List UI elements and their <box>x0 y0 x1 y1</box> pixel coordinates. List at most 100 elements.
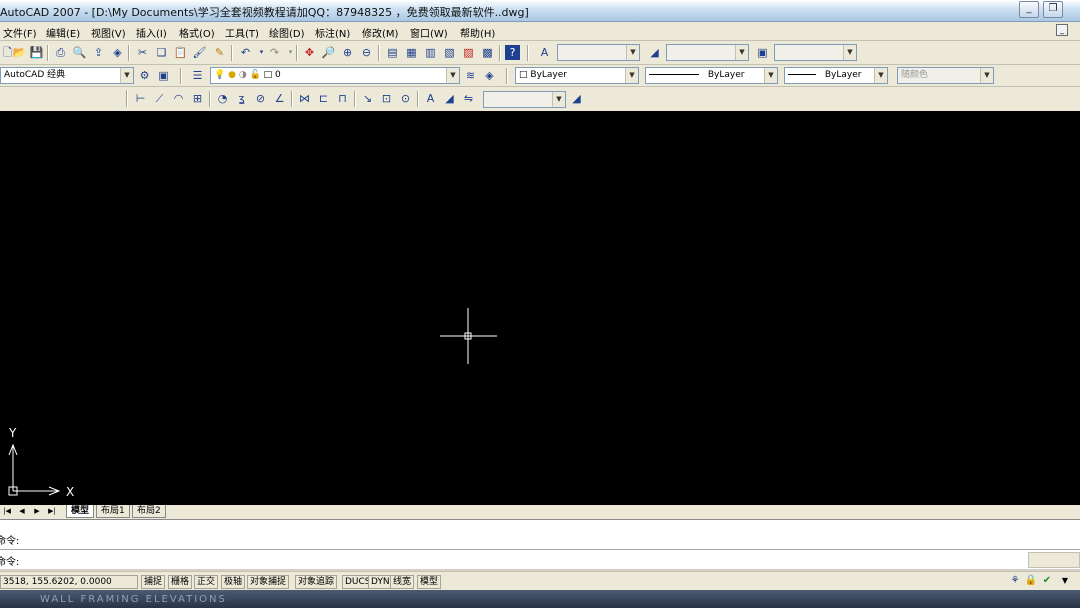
copy-icon[interactable]: ❏ <box>154 45 169 60</box>
workspace-save-icon[interactable]: ▣ <box>156 68 171 83</box>
center-mark-icon[interactable]: ⊙ <box>398 91 413 106</box>
dimension-style-manager-icon[interactable]: ◢ <box>569 91 584 106</box>
polar-button[interactable]: 极轴 <box>221 575 246 589</box>
dimension-text-edit-icon[interactable]: ◢ <box>442 91 457 106</box>
diameter-dimension-icon[interactable]: ⊘ <box>253 91 268 106</box>
command-scrollbar[interactable] <box>1028 552 1080 568</box>
ordinate-dimension-icon[interactable]: ⊞ <box>190 91 205 106</box>
toolbar-grip[interactable] <box>126 90 128 107</box>
markup-icon[interactable]: ▨ <box>461 45 476 60</box>
workspace-combo[interactable]: AutoCAD 经典 ▼ <box>0 67 134 84</box>
lineweight-button[interactable]: 线宽 <box>390 575 415 589</box>
block-editor-icon[interactable]: ✎ <box>212 45 227 60</box>
linetype-combo[interactable]: ByLayer ▼ <box>645 67 778 84</box>
pan-icon[interactable]: ✥ <box>302 45 317 60</box>
design-center-icon[interactable]: ▦ <box>404 45 419 60</box>
menu-draw[interactable]: 绘图(D) <box>269 25 305 40</box>
quick-dimension-icon[interactable]: ⋈ <box>297 91 312 106</box>
minimize-icon[interactable]: _ <box>1019 1 1039 18</box>
text-style-icon[interactable]: A <box>537 45 552 60</box>
save-icon[interactable]: 💾 <box>29 45 44 60</box>
command-prompt[interactable]: 命令: <box>0 553 19 568</box>
make-current-layer-icon[interactable]: ≋ <box>463 68 478 83</box>
sheet-set-icon[interactable]: ▧ <box>442 45 457 60</box>
continue-dimension-icon[interactable]: ⊓ <box>335 91 350 106</box>
prev-tab-icon[interactable]: ◀ <box>17 506 27 517</box>
tool-palettes-icon[interactable]: ▥ <box>423 45 438 60</box>
next-tab-icon[interactable]: ▶ <box>32 506 42 517</box>
otrack-button[interactable]: 对象追踪 <box>295 575 338 589</box>
layer-previous-icon[interactable]: ◈ <box>482 68 497 83</box>
menu-tools[interactable]: 工具(T) <box>225 25 259 40</box>
angular-dimension-icon[interactable]: ∠ <box>272 91 287 106</box>
dimension-edit-icon[interactable]: A <box>423 91 438 106</box>
zoom-realtime-icon[interactable]: 🔎 <box>321 45 336 60</box>
tab-layout2[interactable]: 布局2 <box>132 505 166 518</box>
grid-button[interactable]: 栅格 <box>168 575 193 589</box>
properties-icon[interactable]: ▤ <box>385 45 400 60</box>
layer-manager-icon[interactable]: ☰ <box>190 68 205 83</box>
linear-dimension-icon[interactable]: ⊢ <box>133 91 148 106</box>
doc-minimize-icon[interactable]: _ <box>1056 24 1068 36</box>
paste-icon[interactable]: 📋 <box>173 45 188 60</box>
menu-file[interactable]: 文件(F) <box>3 25 37 40</box>
arc-length-icon[interactable]: ◠ <box>171 91 186 106</box>
zoom-previous-icon[interactable]: ⊖ <box>359 45 374 60</box>
table-style-combo[interactable]: ▼ <box>774 44 857 61</box>
menu-help[interactable]: 帮助(H) <box>460 25 495 40</box>
dim-style-icon[interactable]: ◢ <box>647 45 662 60</box>
first-tab-icon[interactable]: |◀ <box>2 506 12 517</box>
layer-combo[interactable]: 💡 ● ◑ 🔓 □ 0 ▼ <box>210 67 460 84</box>
help-icon[interactable]: ? <box>505 45 520 60</box>
restore-icon[interactable]: ❐ <box>1043 1 1063 18</box>
radius-dimension-icon[interactable]: ◔ <box>215 91 230 106</box>
drawing-canvas[interactable]: Y X <box>0 111 1080 505</box>
menu-modify[interactable]: 修改(M) <box>362 25 398 40</box>
open-icon[interactable]: 📂 <box>12 45 27 60</box>
table-style-icon[interactable]: ▣ <box>755 45 770 60</box>
menu-view[interactable]: 视图(V) <box>91 25 126 40</box>
text-style-combo[interactable]: ▼ <box>557 44 640 61</box>
aligned-dimension-icon[interactable]: ⟋ <box>152 91 167 106</box>
model-button[interactable]: 模型 <box>417 575 442 589</box>
menu-dimension[interactable]: 标注(N) <box>315 25 350 40</box>
quick-leader-icon[interactable]: ↘ <box>360 91 375 106</box>
coordinate-display[interactable]: 3518, 155.6202, 0.0000 <box>0 575 138 589</box>
ortho-button[interactable]: 正交 <box>194 575 219 589</box>
workspace-settings-icon[interactable]: ⚙ <box>137 68 152 83</box>
menu-insert[interactable]: 插入(I) <box>136 25 167 40</box>
color-combo[interactable]: □ ByLayer ▼ <box>515 67 639 84</box>
menu-edit[interactable]: 编辑(E) <box>46 25 80 40</box>
dwf-icon[interactable]: ◈ <box>110 45 125 60</box>
tab-layout1[interactable]: 布局1 <box>96 505 130 518</box>
status-tray-settings-icon[interactable]: ✔ <box>1040 574 1054 588</box>
redo-icon[interactable]: ↷ <box>267 45 282 60</box>
plotstyle-combo[interactable]: 随颜色 ▼ <box>897 67 994 84</box>
publish-icon[interactable]: ⇪ <box>91 45 106 60</box>
communication-center-icon[interactable]: ⚘ <box>1008 574 1022 588</box>
status-menu-chevron-down-icon[interactable]: ▼ <box>1058 574 1072 588</box>
print-icon[interactable]: ⎙ <box>53 45 68 60</box>
dimension-style-combo[interactable]: ▼ <box>483 91 566 108</box>
tab-model[interactable]: 模型 <box>66 505 95 518</box>
dim-style-combo[interactable]: ▼ <box>666 44 749 61</box>
command-window[interactable]: 命令: 命令: <box>0 519 1080 569</box>
lineweight-combo[interactable]: ByLayer ▼ <box>784 67 888 84</box>
match-properties-icon[interactable]: 🖌 <box>192 45 207 60</box>
jogged-dimension-icon[interactable]: ʓ <box>234 91 249 106</box>
toolbar-lock-icon[interactable]: 🔒 <box>1024 574 1038 588</box>
menu-window[interactable]: 窗口(W) <box>410 25 448 40</box>
menu-format[interactable]: 格式(O) <box>179 25 215 40</box>
undo-icon[interactable]: ↶ <box>238 45 253 60</box>
osnap-button[interactable]: 对象捕捉 <box>247 575 290 589</box>
calculator-icon[interactable]: ▩ <box>480 45 495 60</box>
dimension-update-icon[interactable]: ⇋ <box>461 91 476 106</box>
zoom-window-icon[interactable]: ⊕ <box>340 45 355 60</box>
print-preview-icon[interactable]: 🔍 <box>72 45 87 60</box>
last-tab-icon[interactable]: ▶| <box>47 506 57 517</box>
snap-button[interactable]: 捕捉 <box>141 575 166 589</box>
baseline-dimension-icon[interactable]: ⊏ <box>316 91 331 106</box>
dyn-button[interactable]: DYN <box>368 575 393 589</box>
tolerance-icon[interactable]: ⊡ <box>379 91 394 106</box>
cut-icon[interactable]: ✂ <box>135 45 150 60</box>
